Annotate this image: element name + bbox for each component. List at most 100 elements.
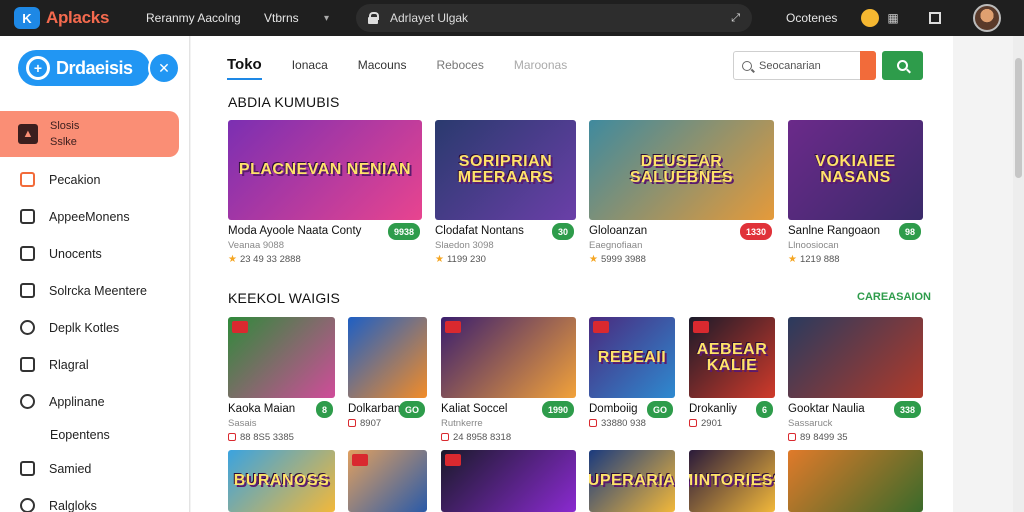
- tab-3[interactable]: Macouns: [358, 50, 407, 80]
- sidebar-logo[interactable]: + Drdaeisis ✕: [0, 36, 189, 100]
- price-badge[interactable]: 9938: [387, 223, 420, 240]
- window-icon[interactable]: [928, 12, 941, 24]
- sidebar-item-3[interactable]: Unocents: [0, 235, 189, 272]
- square-icon: [228, 433, 236, 441]
- price-badge[interactable]: 1330: [739, 223, 772, 240]
- trophy-icon[interactable]: [861, 9, 880, 27]
- game-card[interactable]: BURANOSS: [228, 450, 335, 512]
- game-thumbnail[interactable]: [788, 317, 923, 398]
- game-card[interactable]: [348, 450, 427, 512]
- game-card[interactable]: [441, 450, 576, 512]
- top-bar: K Aplacks Reranmy Aacolng Vtbrns ▾ Adrla…: [0, 0, 1024, 36]
- address-bar[interactable]: Adrlayet Ulgak ⤢: [356, 4, 752, 32]
- game-thumbnail[interactable]: [441, 317, 576, 398]
- pin-icon: [20, 357, 35, 372]
- sidebar-item-label: Samied: [49, 461, 92, 476]
- game-thumbnail[interactable]: BURANOSS: [228, 450, 335, 512]
- top-link-right[interactable]: Ocotenes: [786, 11, 837, 25]
- gear-icon: [20, 498, 35, 512]
- game-subtitle: Sassaruck: [788, 418, 833, 429]
- price-badge[interactable]: 98: [898, 223, 921, 240]
- sidebar-item-5[interactable]: Deplk Kotles: [0, 309, 189, 346]
- game-card[interactable]: SUPERARIAN: [589, 450, 675, 512]
- search-placeholder: Seocanarian: [759, 59, 821, 72]
- game-thumbnail[interactable]: MINTORIESS: [689, 450, 775, 512]
- sidebar-item-9[interactable]: Samied: [0, 450, 189, 487]
- sidebar-item-2[interactable]: AppeeMonens: [0, 198, 189, 235]
- section-title-1: ABDIA KUMUBIS: [228, 94, 340, 110]
- game-meta: ★ 5999 3988: [589, 254, 774, 265]
- game-card[interactable]: Kaliat Soccel Rutnkerre 24 8958 8318 1990: [441, 317, 576, 443]
- price-badge[interactable]: GO: [646, 401, 673, 418]
- game-thumbnail[interactable]: REBEAII: [589, 317, 675, 398]
- game-art-title: SORIPRIAN MEERAARS: [457, 153, 554, 186]
- chevron-down-icon[interactable]: ▾: [324, 13, 356, 24]
- game-card[interactable]: Gooktar Naulia Sassaruck 89 8499 35 338: [788, 317, 923, 443]
- top-link-1[interactable]: Reranmy Aacolng: [146, 11, 264, 25]
- badge-icon: [232, 321, 248, 333]
- sidebar-item-1[interactable]: Pecakion: [0, 161, 189, 198]
- sidebar-item-label: Unocents: [49, 246, 102, 261]
- game-thumbnail[interactable]: SUPERARIAN: [589, 450, 675, 512]
- game-thumbnail[interactable]: [228, 317, 335, 398]
- game-thumbnail[interactable]: AEBEAR KALIE: [689, 317, 775, 398]
- game-thumbnail[interactable]: VOKIAIEE NASANS: [788, 120, 923, 220]
- section-2-link[interactable]: CAREASAION: [857, 291, 931, 303]
- sidebar-item-label: Rlagral: [49, 357, 89, 372]
- price-badge[interactable]: 30: [551, 223, 574, 240]
- game-card[interactable]: Kaoka Maian Sasais 88 8S5 3385 8: [228, 317, 335, 443]
- game-thumbnail[interactable]: [788, 450, 923, 512]
- game-card[interactable]: MINTORIESS: [689, 450, 775, 512]
- price-badge[interactable]: 6: [755, 401, 773, 418]
- game-thumbnail[interactable]: [348, 450, 427, 512]
- grid-icon[interactable]: ▦: [887, 11, 898, 25]
- scrollbar-thumb[interactable]: [1015, 58, 1022, 178]
- game-card[interactable]: AEBEAR KALIE Drokanliy 2901 6: [689, 317, 775, 429]
- price-badge[interactable]: 8: [315, 401, 333, 418]
- price-badge[interactable]: 1990: [541, 401, 574, 418]
- search-input[interactable]: Seocanarian: [733, 51, 876, 80]
- tab-4[interactable]: Reboces: [436, 50, 483, 80]
- inbox-icon: [20, 461, 35, 476]
- game-card[interactable]: REBEAII Domboiig 33880 938 GO: [589, 317, 675, 429]
- game-art-title: BURANOSS: [233, 472, 330, 489]
- sidebar-item-7[interactable]: Applinane: [0, 383, 189, 420]
- avatar[interactable]: [972, 4, 1001, 32]
- price-badge[interactable]: 338: [893, 401, 921, 418]
- game-card[interactable]: VOKIAIEE NASANS Sanlne Rangoaon Llnoosioca…: [788, 120, 923, 265]
- tab-1[interactable]: Toko: [227, 50, 262, 80]
- game-card[interactable]: SORIPRIAN MEERAARS Clodafat Nontans Slaedo…: [435, 120, 576, 265]
- price-badge[interactable]: GO: [398, 401, 425, 418]
- top-link-2[interactable]: Vtbrns: [264, 11, 324, 25]
- game-meta-value: 1219 888: [799, 254, 840, 265]
- people-icon: [20, 394, 35, 409]
- sidebar-item-4[interactable]: Solrcka Meentere: [0, 272, 189, 309]
- game-card[interactable]: PLACNEVAN NENIAN Moda Ayoole Naata Conty V…: [228, 120, 422, 265]
- game-thumbnail[interactable]: DEUSEAR SALUEBNES: [589, 120, 774, 220]
- scrollbar[interactable]: [1013, 36, 1024, 512]
- brand[interactable]: K Aplacks: [14, 7, 138, 29]
- expand-icon[interactable]: ⤢: [731, 12, 740, 25]
- sidebar-item-6[interactable]: Rlagral: [0, 346, 189, 383]
- sidebar-item-8[interactable]: Eopentens: [0, 420, 189, 450]
- game-meta-value: 5999 3988: [600, 254, 646, 265]
- tab-5[interactable]: Maroonas: [514, 50, 567, 80]
- game-thumbnail[interactable]: PLACNEVAN NENIAN: [228, 120, 422, 220]
- sidebar-item-10[interactable]: Ralgloks: [0, 487, 189, 512]
- game-thumbnail[interactable]: [348, 317, 427, 398]
- game-card[interactable]: DEUSEAR SALUEBNES Gloloanzan Eaegnofiaan ★ 5…: [589, 120, 774, 265]
- close-icon[interactable]: ✕: [148, 52, 180, 84]
- main-content: Toko Ionaca Macouns Reboces Maroonas Seo…: [191, 36, 953, 512]
- document-icon: [20, 283, 35, 298]
- game-thumbnail[interactable]: SORIPRIAN MEERAARS: [435, 120, 576, 220]
- sidebar-item-active[interactable]: ▲ Slosis Sslke: [0, 111, 179, 157]
- game-meta: 88 8S5 3385: [228, 432, 335, 443]
- game-card[interactable]: [788, 450, 923, 512]
- sidebar-item-label: Deplk Kotles: [49, 320, 120, 335]
- game-thumbnail[interactable]: [441, 450, 576, 512]
- search-dropdown[interactable]: [860, 51, 876, 80]
- search-button[interactable]: [882, 51, 923, 80]
- game-card[interactable]: Dolkarban 8907 GO: [348, 317, 427, 429]
- tab-bar: Toko Ionaca Macouns Reboces Maroonas: [227, 50, 597, 80]
- tab-2[interactable]: Ionaca: [292, 50, 328, 80]
